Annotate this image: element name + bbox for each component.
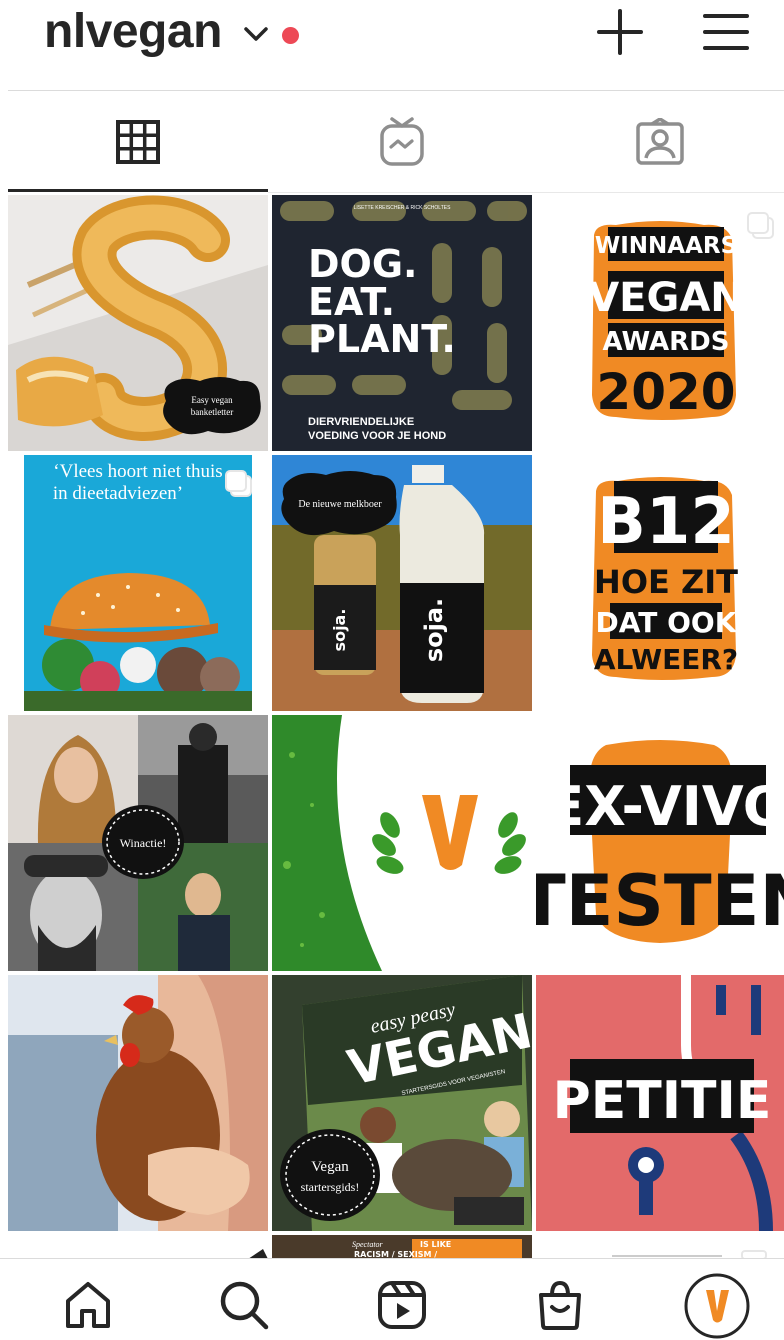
- post-partial-1[interactable]: [8, 1235, 268, 1259]
- post-vegan-awards[interactable]: WINNAARS VEGAN AWARDS 2020: [536, 195, 784, 451]
- svg-text:Easy vegan: Easy vegan: [191, 395, 233, 405]
- post-chicken[interactable]: [8, 975, 268, 1231]
- svg-text:AWARDS: AWARDS: [603, 327, 730, 357]
- post-v-logo[interactable]: [272, 715, 532, 971]
- post-dog-eat-plant[interactable]: LISETTE KREISCHER & RICK SCHOLTES DOG. E…: [272, 195, 532, 451]
- tab-grid[interactable]: [8, 92, 268, 192]
- svg-text:DIERVRIENDELIJKE: DIERVRIENDELIJKE: [308, 416, 414, 428]
- post-soja-bottles[interactable]: soja. soja. De nieuwe melkboer: [272, 455, 532, 711]
- svg-text:DAT OOK: DAT OOK: [596, 606, 738, 639]
- post-b12[interactable]: B12 HOE ZIT DAT OOK ALWEER?: [536, 455, 784, 711]
- shop-icon: [539, 1280, 581, 1330]
- svg-text:banketletter: banketletter: [191, 407, 233, 417]
- notification-dot: [282, 27, 299, 44]
- tab-tagged[interactable]: [536, 92, 784, 192]
- nav-profile[interactable]: [684, 1273, 750, 1339]
- svg-text:soja.: soja.: [330, 609, 349, 652]
- svg-text:‘Vlees hoort niet thuis: ‘Vlees hoort niet thuis: [53, 461, 222, 482]
- nav-search[interactable]: [216, 1277, 272, 1333]
- tagged-icon: [636, 118, 684, 165]
- igtv-icon: [380, 117, 424, 166]
- svg-text:in dieetadviezen’: in dieetadviezen’: [53, 483, 183, 504]
- svg-text:HOE ZIT: HOE ZIT: [594, 563, 738, 601]
- svg-text:ALWEER?: ALWEER?: [594, 643, 738, 676]
- svg-text:startersgids!: startersgids!: [301, 1180, 360, 1194]
- svg-text:De nieuwe melkboer: De nieuwe melkboer: [298, 499, 382, 510]
- home-icon: [66, 1282, 110, 1328]
- svg-text:IS LIKE: IS LIKE: [420, 1240, 451, 1249]
- post-winactie[interactable]: Winactie!: [8, 715, 268, 971]
- reels-icon: [378, 1281, 426, 1329]
- speech-bubble-badge: Vegan startersgids!: [280, 1129, 380, 1221]
- post-ex-vivo[interactable]: EX-VIVO TESTEN: [536, 715, 784, 971]
- chevron-down-icon[interactable]: [242, 22, 270, 46]
- speech-bubble-badge: Winactie!: [102, 805, 184, 879]
- grid-icon: [116, 120, 160, 164]
- nav-reels[interactable]: [374, 1277, 430, 1333]
- svg-text:LISETTE KREISCHER & RICK SCHOL: LISETTE KREISCHER & RICK SCHOLTES: [354, 205, 452, 211]
- svg-text:2020: 2020: [596, 363, 735, 421]
- profile-tabs: [0, 92, 784, 194]
- nav-home[interactable]: [60, 1277, 116, 1333]
- tabs-divider: [268, 192, 784, 193]
- svg-text:VEGAN: VEGAN: [588, 275, 744, 321]
- active-tab-indicator: [8, 189, 268, 192]
- speech-bubble-badge: Easy vegan banketletter: [163, 377, 261, 435]
- search-icon: [220, 1281, 269, 1330]
- svg-text:VOEDING VOOR JE HOND: VOEDING VOOR JE HOND: [308, 430, 446, 442]
- profile-header: nlvegan: [0, 0, 784, 92]
- post-partial-2[interactable]: Spectator IS LIKE RACISM / SEXISM /: [272, 1235, 532, 1259]
- svg-text:Winactie!: Winactie!: [120, 836, 167, 850]
- menu-icon[interactable]: [702, 10, 750, 54]
- speech-bubble-badge: De nieuwe melkboer: [281, 471, 397, 536]
- post-easy-peasy-vegan[interactable]: easy peasy VEGAN STARTERSGIDS VOOR VEGAN…: [272, 975, 532, 1231]
- svg-text:TESTEN: TESTEN: [536, 860, 784, 942]
- nav-shop[interactable]: [532, 1277, 588, 1333]
- svg-text:B12: B12: [597, 485, 735, 559]
- svg-text:PETITIE: PETITIE: [553, 1071, 772, 1131]
- svg-text:PLANT.: PLANT.: [308, 317, 456, 361]
- tab-igtv[interactable]: [272, 92, 532, 192]
- svg-text:soja.: soja.: [420, 598, 448, 662]
- post-partial-3[interactable]: [536, 1235, 784, 1259]
- bottom-navigation: [0, 1258, 784, 1340]
- multiple-posts-icon: [225, 470, 252, 497]
- post-burger-quote[interactable]: ‘Vlees hoort niet thuis in dieetadviezen…: [8, 455, 268, 711]
- post-pastry-letter[interactable]: Easy vegan banketletter: [8, 195, 268, 451]
- svg-text:EX-VIVO: EX-VIVO: [547, 775, 784, 838]
- svg-text:Vegan: Vegan: [311, 1159, 349, 1175]
- svg-text:WINNAARS: WINNAARS: [595, 233, 737, 259]
- profile-avatar: [684, 1273, 750, 1339]
- post-petitie[interactable]: PETITIE: [536, 975, 784, 1231]
- profile-username[interactable]: nlvegan: [44, 4, 222, 59]
- multiple-posts-icon: [747, 212, 774, 239]
- svg-text:Spectator: Spectator: [352, 1240, 384, 1249]
- plus-icon[interactable]: [596, 8, 644, 56]
- header-divider: [8, 90, 784, 91]
